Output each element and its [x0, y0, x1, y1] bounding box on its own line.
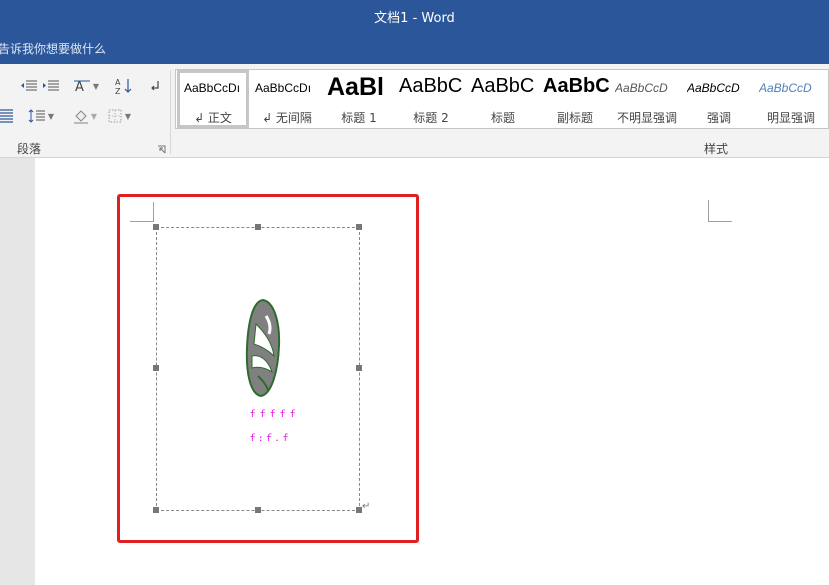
style-preview: AaBbCcDı — [184, 81, 241, 95]
sort-icon: AZ — [115, 78, 132, 95]
style-item-title[interactable]: AaBbC 标题 — [467, 70, 539, 128]
style-name: 标题 1 — [341, 111, 377, 125]
style-item-no-spacing[interactable]: AaBbCcDı ↲ 无间隔 — [251, 70, 323, 128]
svg-text:A: A — [115, 78, 121, 87]
selection-highlight-box — [117, 194, 419, 543]
paragraph-dialog-launcher[interactable] — [157, 145, 166, 157]
chinese-layout-icon: A — [73, 80, 90, 94]
title-bar: 文档1 - Word — [0, 0, 829, 32]
style-preview: AaBbCcD — [759, 81, 812, 95]
decrease-indent-icon — [21, 80, 37, 91]
style-name: 明显强调 — [766, 111, 815, 125]
style-name: 副标题 — [556, 111, 593, 125]
distributed-align-icon — [0, 109, 13, 123]
style-preview: AaBbCcD — [687, 81, 740, 95]
style-preview: AaBbCcDı — [255, 81, 312, 95]
style-item-emphasis[interactable]: AaBbCcD 强调 — [683, 70, 755, 128]
paragraph-mark-icon — [151, 81, 159, 91]
style-name: 不明显强调 — [616, 111, 677, 125]
distributed-align-button[interactable] — [0, 105, 14, 127]
line-spacing-icon — [28, 109, 45, 123]
style-preview: AaBbC — [471, 75, 535, 97]
borders-icon — [108, 109, 122, 123]
chinese-layout-button[interactable]: A ▼ — [70, 75, 102, 97]
styles-group-label: 样式 — [704, 142, 729, 156]
shading-button[interactable]: ▼ — [70, 105, 100, 127]
paragraph-group-label: 段落 — [17, 142, 42, 156]
styles-gallery: AaBbCcDı ↲ 正文 AaBbCcDı ↲ 无间隔 AaBl 标题 1 A… — [175, 69, 829, 129]
svg-text:A: A — [75, 80, 84, 94]
dialog-launcher-icon — [158, 145, 166, 154]
shading-icon — [73, 110, 88, 124]
decrease-indent-button[interactable] — [18, 75, 40, 97]
style-name: ↲ 无间隔 — [262, 111, 312, 125]
style-name: 标题 — [490, 111, 515, 125]
style-item-subtitle[interactable]: AaBbC 副标题 — [539, 70, 611, 128]
style-preview: AaBbCcD — [615, 81, 668, 95]
increase-indent-button[interactable] — [40, 75, 62, 97]
increase-indent-icon — [43, 80, 59, 91]
tell-me-search[interactable]: 告诉我你想要做什么 — [0, 40, 106, 57]
style-item-subtle-emphasis[interactable]: AaBbCcD 不明显强调 — [611, 70, 683, 128]
sort-button[interactable]: AZ — [112, 75, 136, 97]
group-divider — [170, 70, 171, 154]
style-item-normal[interactable]: AaBbCcDı ↲ 正文 — [177, 70, 249, 128]
style-name: ↲ 正文 — [194, 111, 232, 125]
tell-me-bar: 告诉我你想要做什么 — [0, 32, 829, 64]
window-title: 文档1 - Word — [374, 11, 455, 26]
style-preview: AaBl — [327, 73, 384, 101]
show-marks-button[interactable] — [145, 75, 165, 97]
style-preview: AaBbC — [399, 75, 463, 97]
svg-text:Z: Z — [115, 87, 121, 95]
style-name: 强调 — [706, 111, 731, 125]
style-item-intense-emphasis[interactable]: AaBbCcD 明显强调 — [755, 70, 827, 128]
style-name: 标题 2 — [413, 111, 449, 125]
style-item-heading-2[interactable]: AaBbC 标题 2 — [395, 70, 467, 128]
borders-button[interactable]: ▼ — [104, 105, 134, 127]
style-item-heading-1[interactable]: AaBl 标题 1 — [323, 70, 395, 128]
page-corner-mark — [708, 200, 732, 222]
line-spacing-button[interactable]: ▼ — [26, 105, 56, 127]
style-preview: AaBbC — [543, 75, 610, 97]
